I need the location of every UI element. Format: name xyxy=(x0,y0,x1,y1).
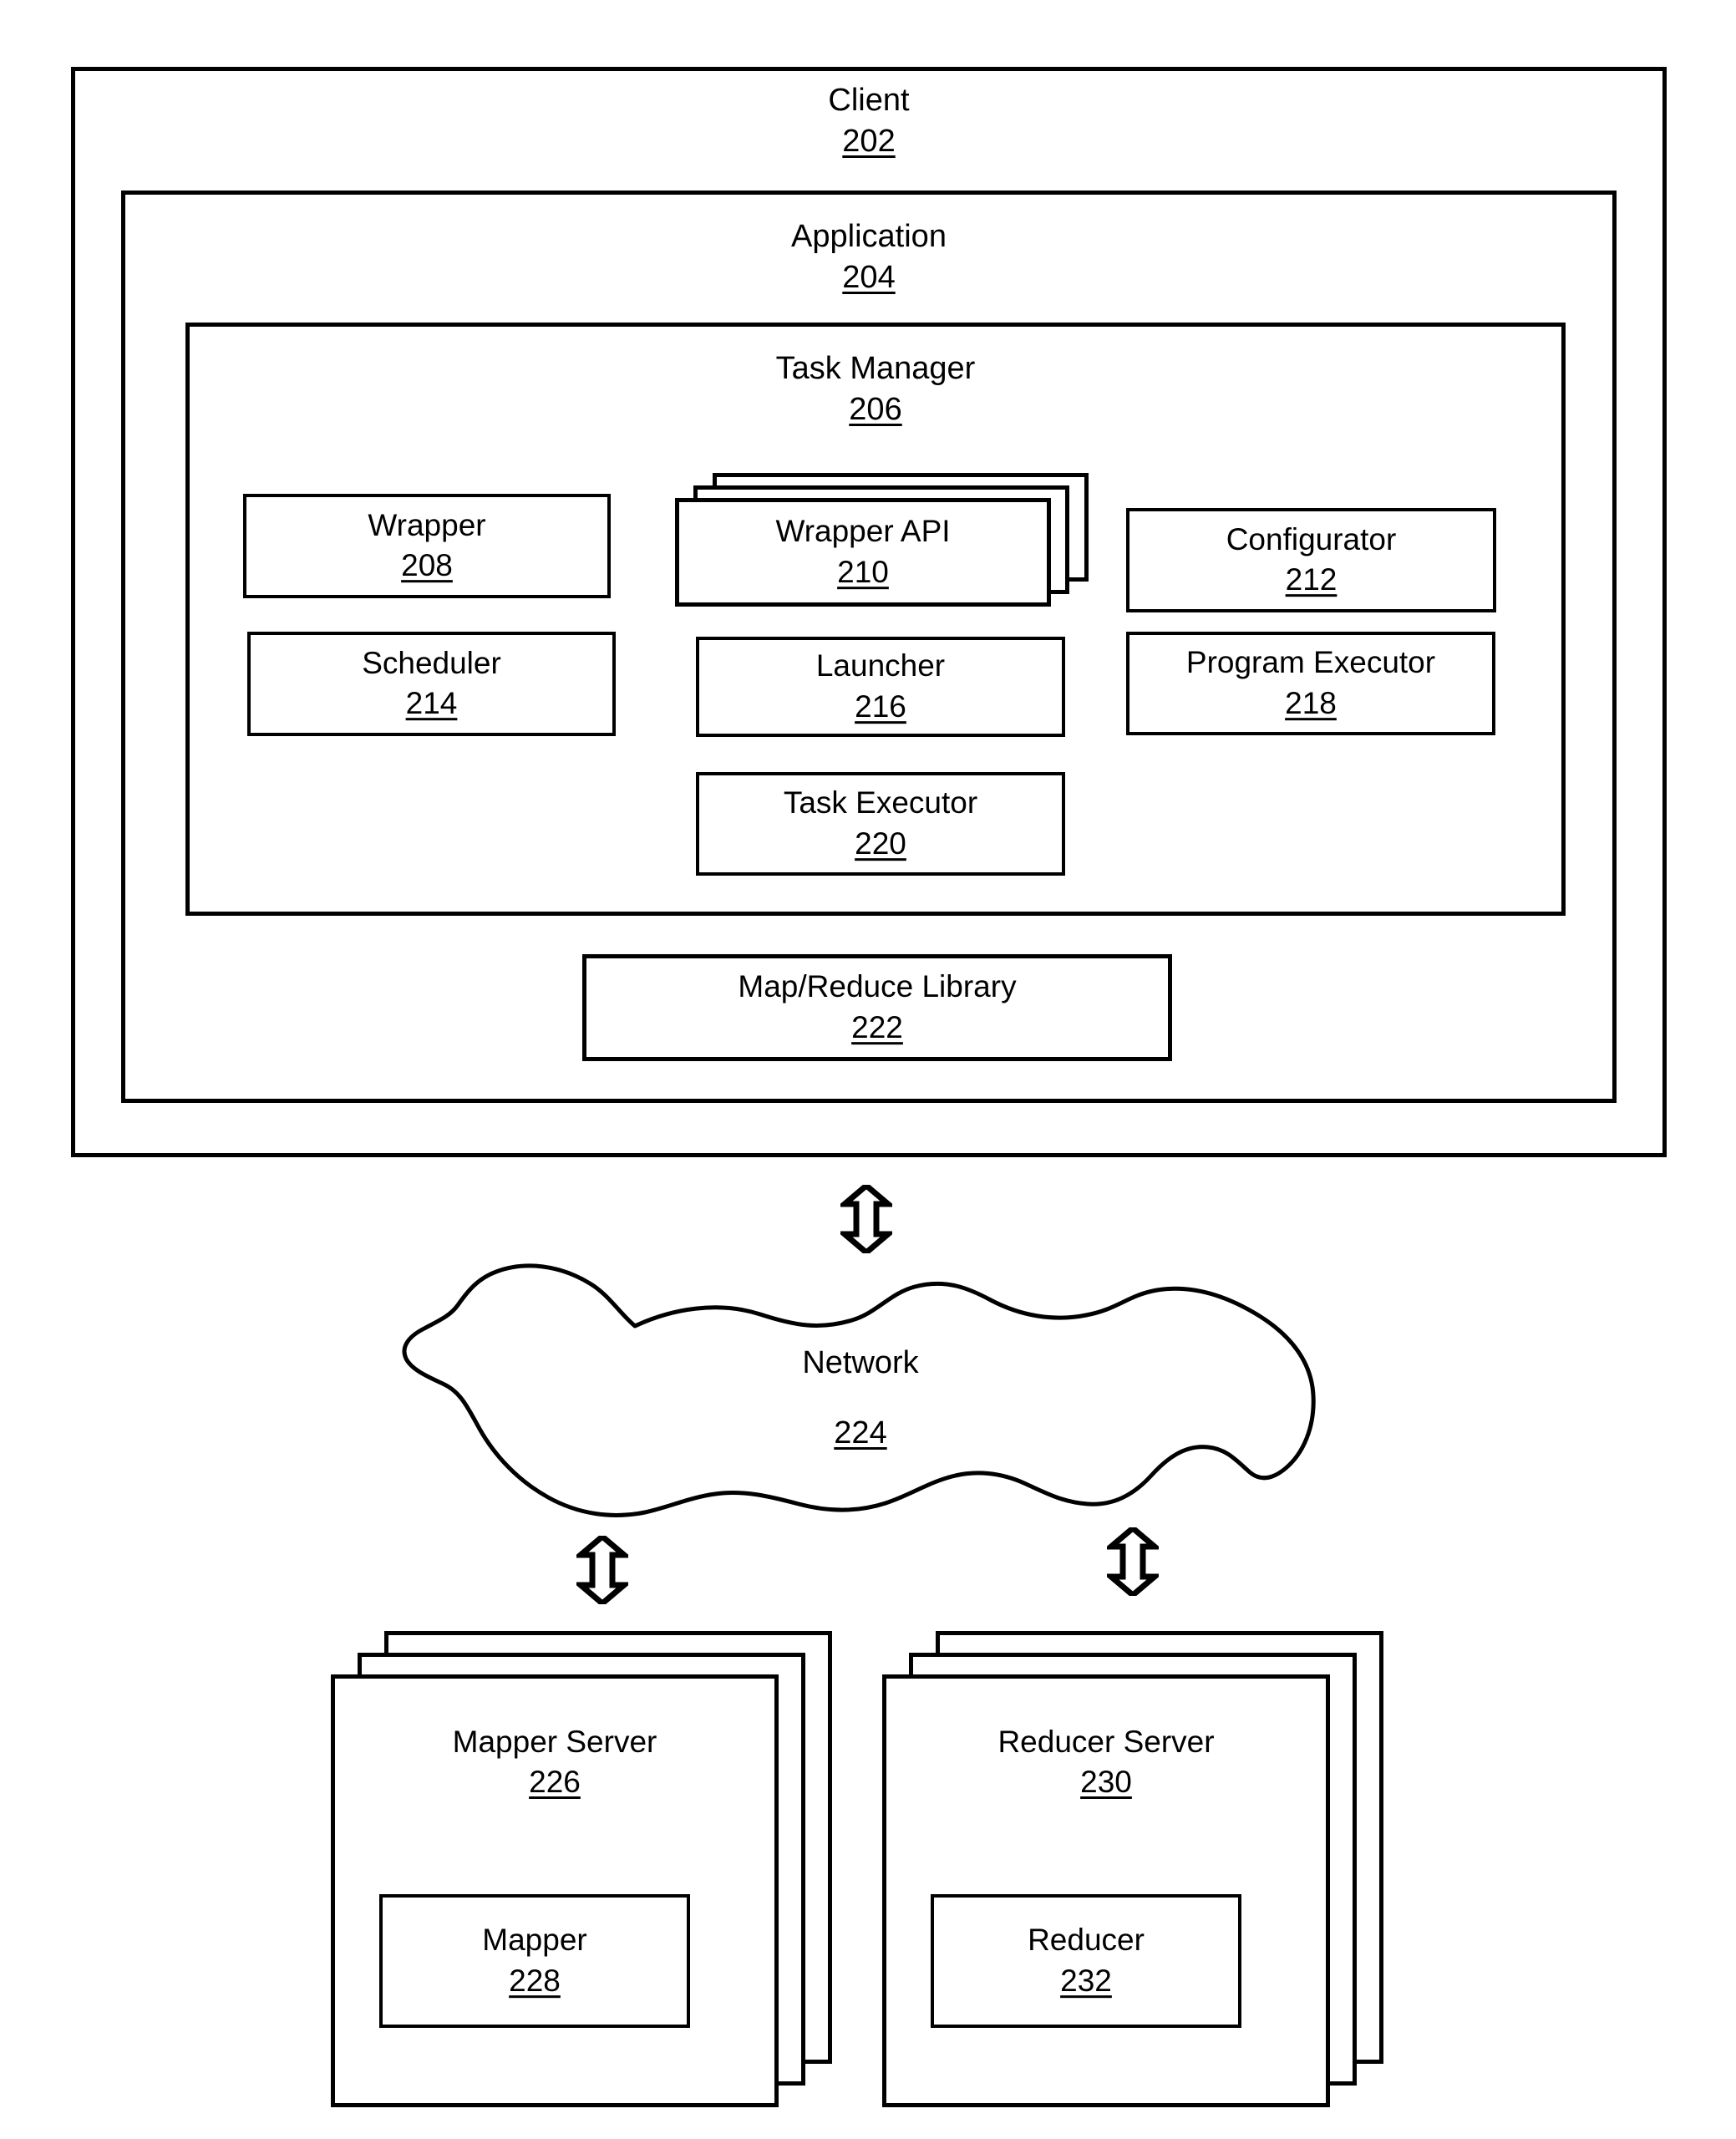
wrapper-api-ref: 210 xyxy=(837,555,889,589)
configurator-box[interactable]: Configurator 212 xyxy=(1126,508,1496,612)
wrapper-api-title: Wrapper API xyxy=(775,514,951,549)
mapper-box[interactable]: Mapper 228 xyxy=(379,1894,690,2028)
network-ref-line: 224 xyxy=(384,1417,1337,1449)
task-manager-label: Task Manager 206 xyxy=(185,348,1566,431)
scheduler-title: Scheduler xyxy=(362,645,501,680)
reducer-server-label: Reducer Server 230 xyxy=(886,1722,1326,1802)
task-executor-title: Task Executor xyxy=(783,785,978,821)
reducer-label: Reducer 232 xyxy=(934,1920,1238,2002)
mapper-title: Mapper xyxy=(482,1923,587,1958)
map-reduce-library-title: Map/Reduce Library xyxy=(738,969,1017,1004)
application-ref: 204 xyxy=(842,260,896,296)
client-network-connector xyxy=(836,1181,896,1257)
launcher-title: Launcher xyxy=(815,648,946,683)
reducer-server-ref: 230 xyxy=(1080,1765,1132,1800)
figure-canvas: Client 202 Application 204 Task Manager … xyxy=(0,0,1736,2139)
reducer-server-sheet-front[interactable]: Reducer Server 230 Reducer 232 xyxy=(882,1674,1330,2107)
scheduler-ref: 214 xyxy=(405,686,458,721)
reducer-box[interactable]: Reducer 232 xyxy=(931,1894,1241,2028)
application-label: Application 204 xyxy=(121,216,1617,299)
program-executor-ref: 218 xyxy=(1285,686,1337,720)
program-executor-box[interactable]: Program Executor 218 xyxy=(1126,632,1495,735)
launcher-box[interactable]: Launcher 216 xyxy=(696,637,1065,737)
launcher-label: Launcher 216 xyxy=(699,646,1062,728)
double-headed-vertical-arrow-icon xyxy=(1103,1524,1163,1599)
reducer-server-title: Reducer Server xyxy=(997,1725,1215,1759)
configurator-ref: 212 xyxy=(1285,562,1338,597)
mapper-server-ref: 226 xyxy=(529,1765,581,1800)
mapper-server-stack[interactable]: Mapper Server 226 Mapper 228 xyxy=(331,1631,832,2107)
mapper-server-label: Mapper Server 226 xyxy=(335,1722,774,1802)
wrapper-api-sheet-front[interactable]: Wrapper API 210 xyxy=(675,498,1051,607)
program-executor-label: Program Executor 218 xyxy=(1129,643,1492,724)
network-ref: 224 xyxy=(834,1415,887,1451)
wrapper-api-label: Wrapper API 210 xyxy=(679,511,1047,593)
mapper-server-title: Mapper Server xyxy=(452,1725,657,1759)
reducer-ref: 232 xyxy=(1060,1964,1112,1998)
launcher-ref: 216 xyxy=(855,689,906,724)
reducer-title: Reducer xyxy=(1028,1923,1145,1958)
mapper-server-sheet-front[interactable]: Mapper Server 226 Mapper 228 xyxy=(331,1674,779,2107)
client-title: Client xyxy=(828,83,910,118)
task-executor-ref: 220 xyxy=(855,826,906,861)
task-manager-ref: 206 xyxy=(849,392,902,428)
application-title: Application xyxy=(791,219,947,254)
map-reduce-library-label: Map/Reduce Library 222 xyxy=(586,967,1168,1049)
network-cloud: Network 224 xyxy=(384,1253,1337,1521)
network-title: Network xyxy=(802,1345,919,1380)
wrapper-api-stack[interactable]: Wrapper API 210 xyxy=(675,473,1093,607)
wrapper-label: Wrapper 208 xyxy=(246,506,607,587)
configurator-title: Configurator xyxy=(1226,521,1397,556)
task-executor-label: Task Executor 220 xyxy=(699,783,1062,865)
task-manager-title: Task Manager xyxy=(775,351,976,386)
configurator-label: Configurator 212 xyxy=(1129,520,1493,602)
mapper-label: Mapper 228 xyxy=(383,1920,687,2002)
network-title-line: Network xyxy=(384,1347,1337,1379)
mapper-ref: 228 xyxy=(509,1964,561,1998)
reducer-server-stack[interactable]: Reducer Server 230 Reducer 232 xyxy=(882,1631,1383,2107)
client-ref: 202 xyxy=(842,124,896,160)
scheduler-label: Scheduler 214 xyxy=(251,643,612,725)
task-executor-box[interactable]: Task Executor 220 xyxy=(696,772,1065,876)
program-executor-title: Program Executor xyxy=(1185,645,1436,680)
double-headed-vertical-arrow-icon xyxy=(572,1532,632,1608)
client-label: Client 202 xyxy=(71,80,1667,163)
wrapper-title: Wrapper xyxy=(368,507,486,542)
network-cloud-shape xyxy=(402,1263,1316,1517)
map-reduce-library-ref: 222 xyxy=(851,1010,903,1044)
double-headed-vertical-arrow-icon xyxy=(836,1181,896,1257)
wrapper-box[interactable]: Wrapper 208 xyxy=(243,494,611,598)
wrapper-ref: 208 xyxy=(401,548,453,583)
scheduler-box[interactable]: Scheduler 214 xyxy=(247,632,616,736)
network-mapper-connector xyxy=(572,1532,632,1608)
map-reduce-library-box[interactable]: Map/Reduce Library 222 xyxy=(582,954,1172,1061)
network-reducer-connector xyxy=(1103,1524,1163,1599)
